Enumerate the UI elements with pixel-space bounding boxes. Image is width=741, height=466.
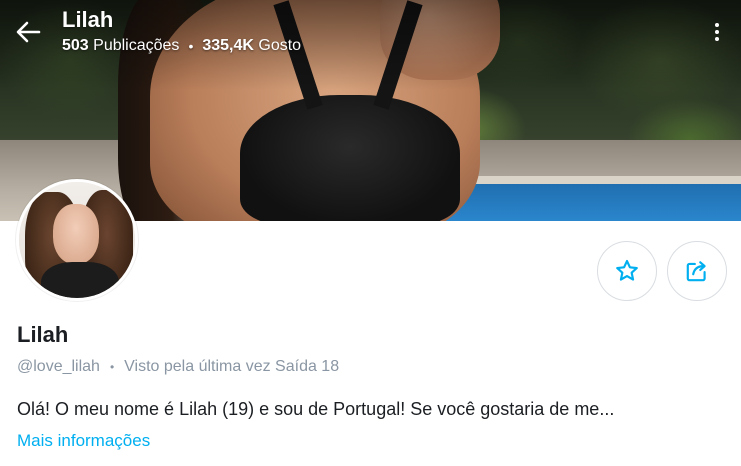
username: @love_lilah [17,358,100,375]
profile-bio: Olá! O meu nome é Lilah (19) e sou de Po… [17,399,615,419]
last-seen: Visto pela última vez Saída 18 [124,358,340,375]
more-vertical-icon [715,23,719,27]
likes-count: 335,4K [202,37,254,54]
profile-name: Lilah [17,322,69,347]
header-title: Lilah [62,7,114,32]
favorite-button[interactable] [597,241,657,301]
back-button[interactable] [12,16,44,48]
likes-label: Gosto [258,37,302,54]
more-options-button[interactable] [703,14,731,50]
avatar[interactable] [16,179,138,301]
share-button[interactable] [667,241,727,301]
posts-count: 503 [62,37,89,54]
posts-label: Publicações [93,37,180,54]
profile-meta: @love_lilah • Visto pela última vez Saíd… [17,358,339,376]
stats-separator: • [188,38,194,54]
more-info-link[interactable]: Mais informações [17,431,150,451]
star-icon [616,259,638,281]
share-icon [686,261,706,282]
meta-separator: • [109,360,115,374]
header-stats: 503 Publicações • 335,4K Gosto [62,37,301,55]
arrow-left-icon [16,21,41,43]
